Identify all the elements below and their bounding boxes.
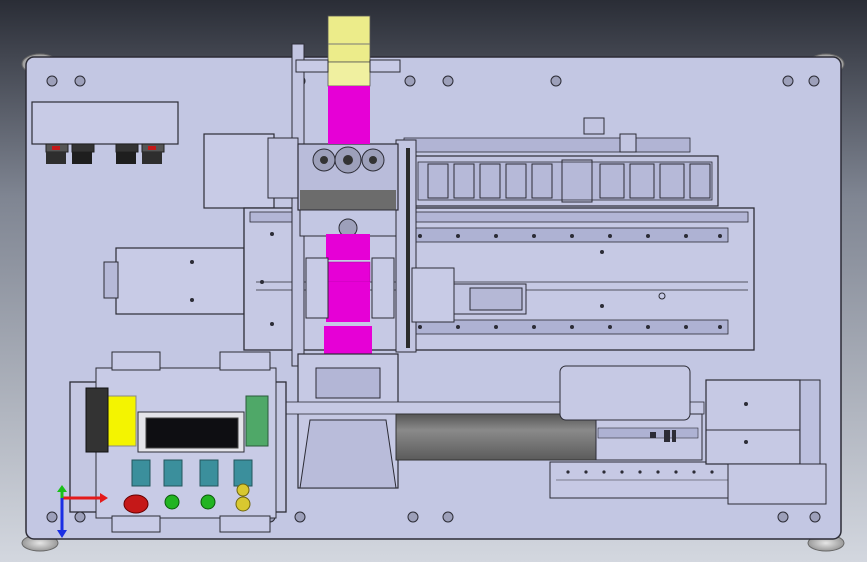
control-panel [69,351,287,533]
cad-assembly-drawing [0,0,867,562]
electrical-box [203,133,275,209]
emergency-stop-button[interactable] [123,494,149,514]
lower-slide-rail [549,461,741,499]
start-button[interactable] [164,494,180,510]
cad-viewport[interactable] [0,0,867,562]
hmi-display [145,417,239,449]
reset-button[interactable] [200,494,216,510]
collection-hopper [297,353,399,489]
motor-housing [103,247,245,315]
feeder-head [297,143,399,238]
pilot-lamp [235,496,251,512]
